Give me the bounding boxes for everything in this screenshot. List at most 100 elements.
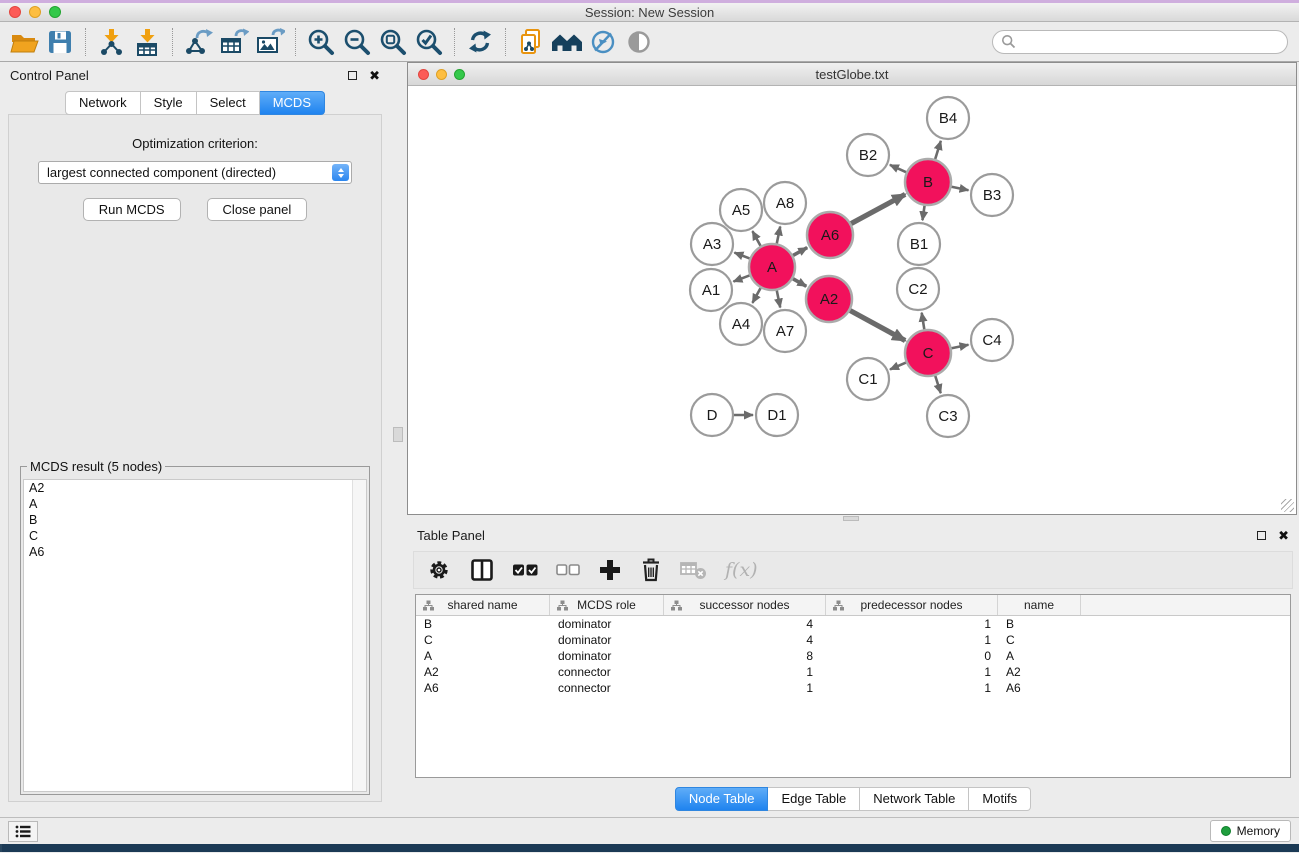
graph-edge-A-A3[interactable] (734, 253, 749, 259)
maximize-window-icon[interactable] (49, 6, 61, 18)
table-row[interactable]: Cdominator41C (416, 632, 1290, 648)
cell-MCDS-role[interactable]: connector (550, 681, 664, 695)
close-panel-icon[interactable]: ✖ (369, 69, 380, 82)
close-window-icon[interactable] (9, 6, 21, 18)
minimize-network-window-icon[interactable] (436, 69, 447, 80)
graph-edge-C-C3[interactable] (935, 376, 940, 393)
divider-grabber-icon[interactable] (843, 516, 859, 521)
cell-predecessor-nodes[interactable]: 1 (826, 681, 998, 695)
mcds-result-item[interactable]: A (24, 496, 366, 512)
graph-edge-B-B4[interactable] (935, 141, 941, 159)
graph-node-D1[interactable]: D1 (756, 394, 798, 436)
tab-network[interactable]: Network (65, 91, 141, 115)
float-panel-icon[interactable] (1257, 531, 1266, 540)
cell-successor-nodes[interactable]: 1 (664, 665, 826, 679)
close-network-window-icon[interactable] (418, 69, 429, 80)
graph-node-B3[interactable]: B3 (971, 174, 1013, 216)
import-network-icon[interactable] (93, 26, 129, 58)
column-header-successor-nodes[interactable]: successor nodes (664, 595, 826, 615)
table-row[interactable]: Bdominator41B (416, 616, 1290, 632)
hide-style-icon[interactable] (585, 26, 621, 58)
close-panel-icon[interactable]: ✖ (1278, 529, 1289, 542)
cell-shared-name[interactable]: A2 (416, 665, 550, 679)
memory-button[interactable]: Memory (1210, 820, 1291, 842)
tab-motifs[interactable]: Motifs (969, 787, 1031, 811)
columns-icon[interactable] (469, 557, 495, 583)
graph-edge-A-A8[interactable] (777, 227, 780, 244)
cell-successor-nodes[interactable]: 4 (664, 633, 826, 647)
column-header-name[interactable]: name (998, 595, 1081, 615)
mcds-result-item[interactable]: B (24, 512, 366, 528)
column-header-MCDS-role[interactable]: MCDS role (550, 595, 664, 615)
divider-grabber-icon[interactable] (393, 427, 403, 442)
cell-predecessor-nodes[interactable]: 1 (826, 665, 998, 679)
double-home-icon[interactable] (549, 26, 585, 58)
refresh-layout-icon[interactable] (462, 26, 498, 58)
graph-edge-A-A6[interactable] (793, 248, 807, 256)
list-scrollbar[interactable] (352, 480, 366, 791)
vertical-split-divider[interactable] (390, 62, 407, 817)
cell-name[interactable]: A2 (998, 665, 1081, 679)
float-panel-icon[interactable] (348, 71, 357, 80)
table-row[interactable]: Adominator80A (416, 648, 1290, 664)
graph-node-A2[interactable]: A2 (806, 276, 852, 322)
cell-MCDS-role[interactable]: dominator (550, 617, 664, 631)
cell-name[interactable]: C (998, 633, 1081, 647)
graph-edge-C-C1[interactable] (890, 363, 906, 370)
graph-edge-B-B2[interactable] (890, 165, 906, 172)
graph-node-A5[interactable]: A5 (720, 189, 762, 231)
import-table-icon[interactable] (129, 26, 165, 58)
delete-column-icon[interactable] (639, 557, 663, 583)
graph-node-C4[interactable]: C4 (971, 319, 1013, 361)
cell-predecessor-nodes[interactable]: 0 (826, 649, 998, 663)
graph-node-B4[interactable]: B4 (927, 97, 969, 139)
cell-successor-nodes[interactable]: 8 (664, 649, 826, 663)
table-row[interactable]: A6connector11A6 (416, 680, 1290, 696)
eye-icon[interactable] (621, 26, 657, 58)
tab-node-table[interactable]: Node Table (675, 787, 769, 811)
search-input[interactable] (1021, 35, 1279, 49)
graph-edge-A2-C[interactable] (850, 310, 905, 340)
tab-style[interactable]: Style (141, 91, 197, 115)
task-history-button[interactable] (8, 821, 38, 842)
cell-MCDS-role[interactable]: dominator (550, 633, 664, 647)
export-image-icon[interactable] (252, 26, 288, 58)
graph-node-D[interactable]: D (691, 394, 733, 436)
mcds-result-list[interactable]: A2ABCA6 (23, 479, 367, 792)
graph-edge-A-A4[interactable] (752, 288, 760, 303)
unselect-all-icon[interactable] (556, 560, 581, 580)
graph-edge-B-B1[interactable] (922, 206, 924, 220)
graph-node-A1[interactable]: A1 (690, 269, 732, 311)
graph-node-A3[interactable]: A3 (691, 223, 733, 265)
network-file-icon[interactable] (513, 26, 549, 58)
open-session-icon[interactable] (6, 26, 42, 58)
tab-network-table[interactable]: Network Table (860, 787, 969, 811)
cell-shared-name[interactable]: A (416, 649, 550, 663)
maximize-network-window-icon[interactable] (454, 69, 465, 80)
graph-edge-A-A1[interactable] (733, 275, 749, 281)
cell-name[interactable]: A6 (998, 681, 1081, 695)
graph-node-A6[interactable]: A6 (807, 212, 853, 258)
cell-successor-nodes[interactable]: 4 (664, 617, 826, 631)
graph-edge-A-A5[interactable] (752, 231, 760, 246)
export-network-icon[interactable] (180, 26, 216, 58)
save-session-icon[interactable] (42, 26, 78, 58)
graph-edge-C-C2[interactable] (922, 313, 925, 330)
graph-edge-A-A7[interactable] (777, 291, 780, 308)
minimize-window-icon[interactable] (29, 6, 41, 18)
cell-successor-nodes[interactable]: 1 (664, 681, 826, 695)
graph-node-C1[interactable]: C1 (847, 358, 889, 400)
graph-node-A4[interactable]: A4 (720, 303, 762, 345)
add-column-icon[interactable] (598, 558, 622, 582)
cell-predecessor-nodes[interactable]: 1 (826, 617, 998, 631)
mcds-result-item[interactable]: C (24, 528, 366, 544)
graph-node-A[interactable]: A (749, 244, 795, 290)
graph-edge-A-A2[interactable] (793, 279, 806, 287)
table-row[interactable]: A2connector11A2 (416, 664, 1290, 680)
cell-shared-name[interactable]: A6 (416, 681, 550, 695)
column-header-predecessor-nodes[interactable]: predecessor nodes (826, 595, 998, 615)
search-box[interactable] (992, 30, 1288, 54)
criterion-dropdown[interactable]: largest connected component (directed) (38, 161, 352, 184)
graph-node-C[interactable]: C (905, 330, 951, 376)
resize-grip-icon[interactable] (1281, 499, 1294, 512)
